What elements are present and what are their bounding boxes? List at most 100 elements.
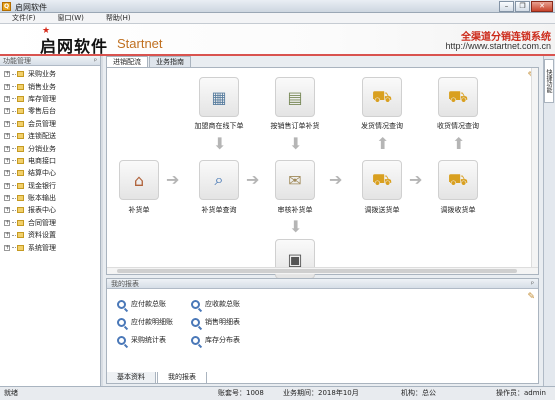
- expand-icon[interactable]: +: [4, 83, 10, 90]
- transfer-delivery-node[interactable]: ⛟: [362, 160, 402, 200]
- report-link[interactable]: 销售明细表: [191, 317, 240, 327]
- sidebar-item[interactable]: + 合同管理: [0, 217, 100, 229]
- tree-line: [12, 135, 16, 137]
- replenish-order-node[interactable]: ⌂: [119, 160, 159, 200]
- approve-replenish-node[interactable]: ✉: [275, 160, 315, 200]
- tab-flow[interactable]: 进销配流: [106, 56, 148, 67]
- folder-icon: [17, 120, 24, 127]
- sidebar-item-label: 结算中心: [28, 169, 56, 178]
- expand-icon[interactable]: +: [4, 71, 10, 78]
- sales-order-replenish-node[interactable]: ▤: [275, 77, 315, 117]
- expand-icon[interactable]: +: [4, 244, 10, 251]
- sidebar-item[interactable]: + 报表中心: [0, 204, 100, 216]
- expand-icon[interactable]: +: [4, 195, 10, 202]
- replenish-query-node[interactable]: ⌕: [199, 160, 239, 200]
- edit-icon[interactable]: ✎: [527, 292, 535, 302]
- expand-icon[interactable]: +: [4, 170, 10, 177]
- transfer-receipt-node[interactable]: ⛟: [438, 160, 478, 200]
- sidebar-item[interactable]: + 现金银行: [0, 180, 100, 192]
- expand-icon[interactable]: +: [4, 95, 10, 102]
- expand-icon[interactable]: +: [4, 232, 10, 239]
- menu-bar: 文件(F) 窗口(W) 帮助(H): [0, 13, 555, 24]
- app-logo-icon: Q: [2, 2, 11, 11]
- menu-file[interactable]: 文件(F): [8, 13, 40, 23]
- sidebar-item[interactable]: + 零售后台: [0, 105, 100, 117]
- sidebar-item-label: 账本输出: [28, 194, 56, 203]
- report-panel-title: 我的报表 ᵖ: [107, 279, 538, 289]
- sidebar-item[interactable]: + 资料设置: [0, 229, 100, 241]
- pin-icon[interactable]: ᵖ: [94, 56, 97, 66]
- sidebar-item[interactable]: + 分销业务: [0, 142, 100, 154]
- tab-basic-info[interactable]: 基本资料: [106, 372, 156, 384]
- report-link[interactable]: 应付款明细账: [117, 317, 173, 327]
- expand-icon[interactable]: +: [4, 120, 10, 127]
- folder-icon: [17, 71, 24, 78]
- folder-icon: [17, 83, 24, 90]
- report-label: 库存分布表: [205, 336, 240, 344]
- shipping-query-node[interactable]: ⛟: [362, 77, 402, 117]
- sidebar-item-label: 报表中心: [28, 206, 56, 215]
- report-link[interactable]: 库存分布表: [191, 335, 240, 345]
- expand-icon[interactable]: +: [4, 133, 10, 140]
- scroll-thumb[interactable]: [117, 269, 517, 273]
- folder-icon: [17, 195, 24, 202]
- folder-icon: [17, 207, 24, 214]
- sidebar-item-label: 零售后台: [28, 107, 56, 116]
- menu-help[interactable]: 帮助(H): [102, 13, 135, 23]
- status-period: 业务期间：2018年10月: [283, 389, 359, 397]
- receipt-query-node[interactable]: ⛟: [438, 77, 478, 117]
- tree-line: [12, 86, 16, 88]
- franchise-order-node[interactable]: ▦: [199, 77, 239, 117]
- replenish-order-label: 补货单: [128, 206, 150, 214]
- arrow-down-icon: ⬇: [213, 134, 227, 153]
- tree-line: [12, 123, 16, 125]
- menu-window[interactable]: 窗口(W): [54, 13, 88, 23]
- expand-icon[interactable]: +: [4, 108, 10, 115]
- search-icon: ⌕: [214, 170, 224, 189]
- main-area: 进销配流 业务指南 ✎ ⌂ 补货单 ⌕ 补货单查询 ▦ 加盟商在线下单 ▤ 按销…: [103, 56, 543, 386]
- expand-icon[interactable]: +: [4, 182, 10, 189]
- report-label: 应收款总账: [205, 300, 240, 308]
- sidebar-item[interactable]: + 库存管理: [0, 93, 100, 105]
- truck-icon: ⛟: [371, 86, 393, 106]
- shortcut-tab[interactable]: 快捷功能: [544, 59, 554, 103]
- tree-line: [12, 98, 16, 100]
- restore-button[interactable]: ❐: [515, 1, 530, 12]
- folder-icon: [17, 157, 24, 164]
- minimize-button[interactable]: –: [499, 1, 514, 12]
- function-sidebar: 功能管理 ᵖ + 采购业务 + 销售业务 + 库存管理 + 零售后台 + 会员管理 + 连锁配送 + 分销业…: [0, 56, 101, 386]
- logo-english: Startnet: [117, 36, 163, 51]
- folder-icon: [17, 244, 24, 251]
- sidebar-title: 功能管理 ᵖ: [0, 56, 100, 66]
- sidebar-item-label: 连锁配送: [28, 132, 56, 141]
- sidebar-item[interactable]: + 结算中心: [0, 167, 100, 179]
- truck-search-icon: ⛟: [447, 86, 469, 106]
- sidebar-item[interactable]: + 账本输出: [0, 192, 100, 204]
- tab-guide[interactable]: 业务指南: [149, 56, 191, 67]
- sidebar-item[interactable]: + 电商接口: [0, 155, 100, 167]
- tree-line: [12, 222, 16, 224]
- report-label: 应付款总账: [131, 300, 166, 308]
- status-account: 账套号：1008: [218, 389, 264, 397]
- expand-icon[interactable]: +: [4, 207, 10, 214]
- vertical-scrollbar[interactable]: [531, 68, 538, 274]
- tab-my-reports[interactable]: 我的报表: [157, 372, 207, 384]
- arrow-right-icon: ➔: [166, 170, 180, 189]
- expand-icon[interactable]: +: [4, 157, 10, 164]
- pin-icon[interactable]: ᵖ: [531, 279, 534, 289]
- sidebar-item[interactable]: + 采购业务: [0, 68, 100, 80]
- magnifier-icon: [191, 317, 200, 327]
- report-link[interactable]: 采购统计表: [117, 335, 166, 345]
- expand-icon[interactable]: +: [4, 145, 10, 152]
- sidebar-item[interactable]: + 销售业务: [0, 80, 100, 92]
- report-link[interactable]: 应收款总账: [191, 299, 240, 309]
- report-panel: 我的报表 ᵖ ✎ 应付款总账 应收款总账 应付款明细账 销售明细表 采购统计表 库…: [106, 278, 539, 384]
- report-link[interactable]: 应付款总账: [117, 299, 166, 309]
- sidebar-item[interactable]: + 会员管理: [0, 118, 100, 130]
- sidebar-item[interactable]: + 系统管理: [0, 241, 100, 253]
- sidebar-item[interactable]: + 连锁配送: [0, 130, 100, 142]
- expand-icon[interactable]: +: [4, 219, 10, 226]
- horizontal-scrollbar[interactable]: [107, 267, 538, 274]
- close-button[interactable]: ✕: [531, 1, 553, 12]
- tree-line: [12, 247, 16, 249]
